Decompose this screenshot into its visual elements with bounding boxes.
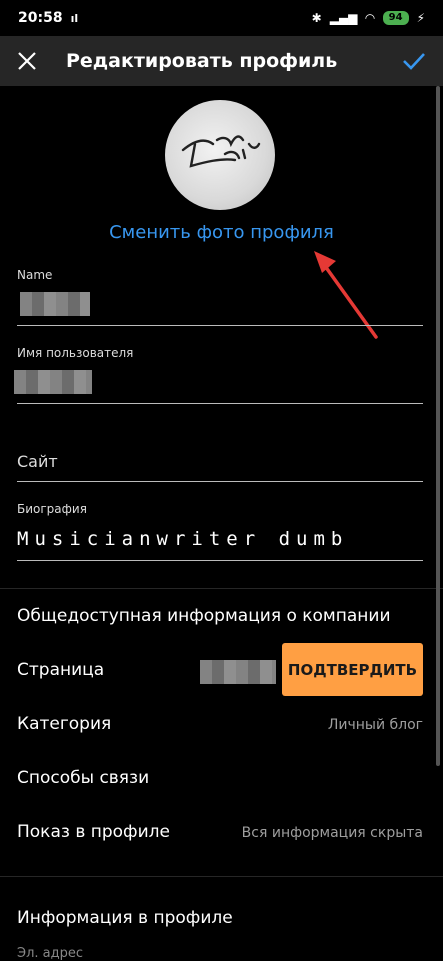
email-label: Эл. адрес	[17, 946, 84, 961]
contacts-row-label[interactable]: Способы связи	[17, 768, 149, 788]
change-photo-link[interactable]: Сменить фото профиля	[0, 220, 443, 246]
confirm-check-icon[interactable]	[389, 36, 439, 86]
battery-icon: 94	[382, 11, 409, 25]
profile-info-title: Информация в профиле	[17, 908, 233, 928]
site-field[interactable]: Сайт	[17, 452, 58, 471]
name-label: Name	[17, 268, 53, 282]
section-divider-2	[0, 876, 443, 877]
scrollbar[interactable]	[436, 86, 440, 766]
bio-field-underline	[17, 560, 423, 561]
category-row-label[interactable]: Категория	[17, 714, 111, 734]
confirm-button[interactable]: ПОДТВЕРДИТЬ	[282, 643, 423, 696]
site-field-underline	[17, 481, 423, 482]
charging-icon: ⚡	[416, 11, 425, 25]
username-value-redacted[interactable]	[14, 370, 92, 394]
display-value[interactable]: Вся информация скрыта	[242, 825, 423, 841]
display-row-label[interactable]: Показ в профиле	[17, 822, 170, 842]
avatar[interactable]	[165, 100, 275, 210]
username-label: Имя пользователя	[17, 346, 134, 360]
status-bar: 20:58 ıl ✱ ▂▄▆ ◠ 94 ⚡	[0, 0, 443, 36]
bio-field[interactable]: Musicianwriter dumb	[17, 528, 348, 550]
page-title: Редактировать профиль	[66, 50, 338, 72]
status-time: 20:58	[18, 10, 63, 26]
signal-bars-icon: ıl	[70, 11, 79, 25]
page-row-label[interactable]: Страница	[17, 660, 104, 680]
wifi-icon: ◠	[365, 11, 375, 25]
name-value-redacted[interactable]	[20, 292, 90, 316]
category-value[interactable]: Личный блог	[328, 717, 423, 733]
bluetooth-icon: ✱	[311, 11, 322, 25]
cell-signal-icon: ▂▄▆	[329, 11, 358, 25]
section-divider	[0, 588, 443, 589]
business-info-title[interactable]: Общедоступная информация о компании	[17, 606, 391, 626]
username-field-underline	[17, 403, 423, 404]
page-value-redacted	[200, 660, 276, 684]
close-icon[interactable]	[2, 36, 52, 86]
bio-label: Биография	[17, 502, 87, 516]
app-bar: Редактировать профиль	[0, 36, 443, 86]
annotation-arrow-icon	[314, 251, 378, 339]
name-field-underline	[17, 325, 423, 326]
